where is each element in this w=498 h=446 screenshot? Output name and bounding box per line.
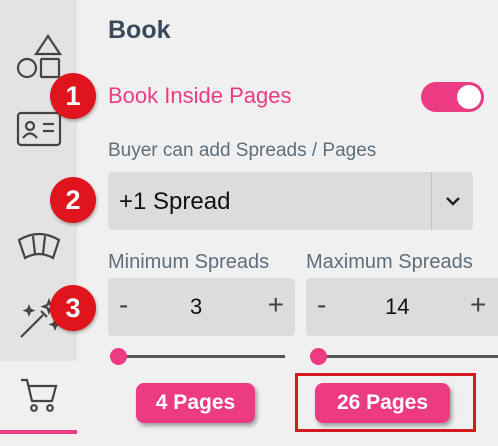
spreads-select[interactable]: +1 Spread bbox=[108, 172, 473, 230]
slider-thumb[interactable] bbox=[110, 348, 127, 365]
slider-track bbox=[110, 355, 285, 358]
chevron-down-icon[interactable] bbox=[431, 172, 473, 230]
spreads-select-value: +1 Spread bbox=[119, 188, 231, 215]
minimum-increment-button[interactable]: + bbox=[268, 290, 284, 320]
cart-icon bbox=[0, 371, 77, 417]
annotation-badge-3: 3 bbox=[50, 285, 96, 331]
maximum-increment-button[interactable]: + bbox=[470, 290, 486, 320]
annotation-badge-2: 2 bbox=[50, 177, 96, 223]
toggle-knob bbox=[457, 85, 481, 109]
minimum-spreads-slider[interactable] bbox=[110, 346, 285, 366]
slider-thumb[interactable] bbox=[310, 348, 327, 365]
maximum-spreads-stepper: - 14 + bbox=[306, 278, 498, 336]
minimum-decrement-button[interactable]: - bbox=[119, 290, 128, 320]
maximum-decrement-button[interactable]: - bbox=[317, 290, 326, 320]
maximum-spreads-value[interactable]: 14 bbox=[385, 294, 409, 320]
annotation-badge-1: 1 bbox=[50, 73, 96, 119]
active-tab-indicator bbox=[0, 430, 77, 434]
maximum-spreads-slider[interactable] bbox=[310, 346, 498, 366]
book-inside-pages-label: Book Inside Pages bbox=[108, 83, 292, 108]
highlight-box bbox=[295, 373, 476, 432]
slider-track bbox=[310, 355, 498, 358]
sidebar-item-cart[interactable] bbox=[0, 361, 77, 446]
minimum-spreads-label: Minimum Spreads bbox=[108, 251, 270, 273]
maximum-spreads-label: Maximum Spreads bbox=[306, 251, 473, 273]
minimum-spreads-value[interactable]: 3 bbox=[190, 294, 202, 320]
sidebar bbox=[0, 0, 77, 446]
minimum-spreads-stepper: - 3 + bbox=[108, 278, 295, 336]
book-inside-pages-toggle[interactable] bbox=[421, 82, 484, 112]
minimum-pages-badge: 4 Pages bbox=[136, 383, 255, 423]
curved-text-icon[interactable] bbox=[0, 224, 77, 268]
spreads-label: Buyer can add Spreads / Pages bbox=[108, 140, 377, 161]
section-title: Book bbox=[108, 16, 171, 44]
book-settings-panel: Book Book Inside Pages Buyer can add Spr… bbox=[77, 0, 498, 446]
